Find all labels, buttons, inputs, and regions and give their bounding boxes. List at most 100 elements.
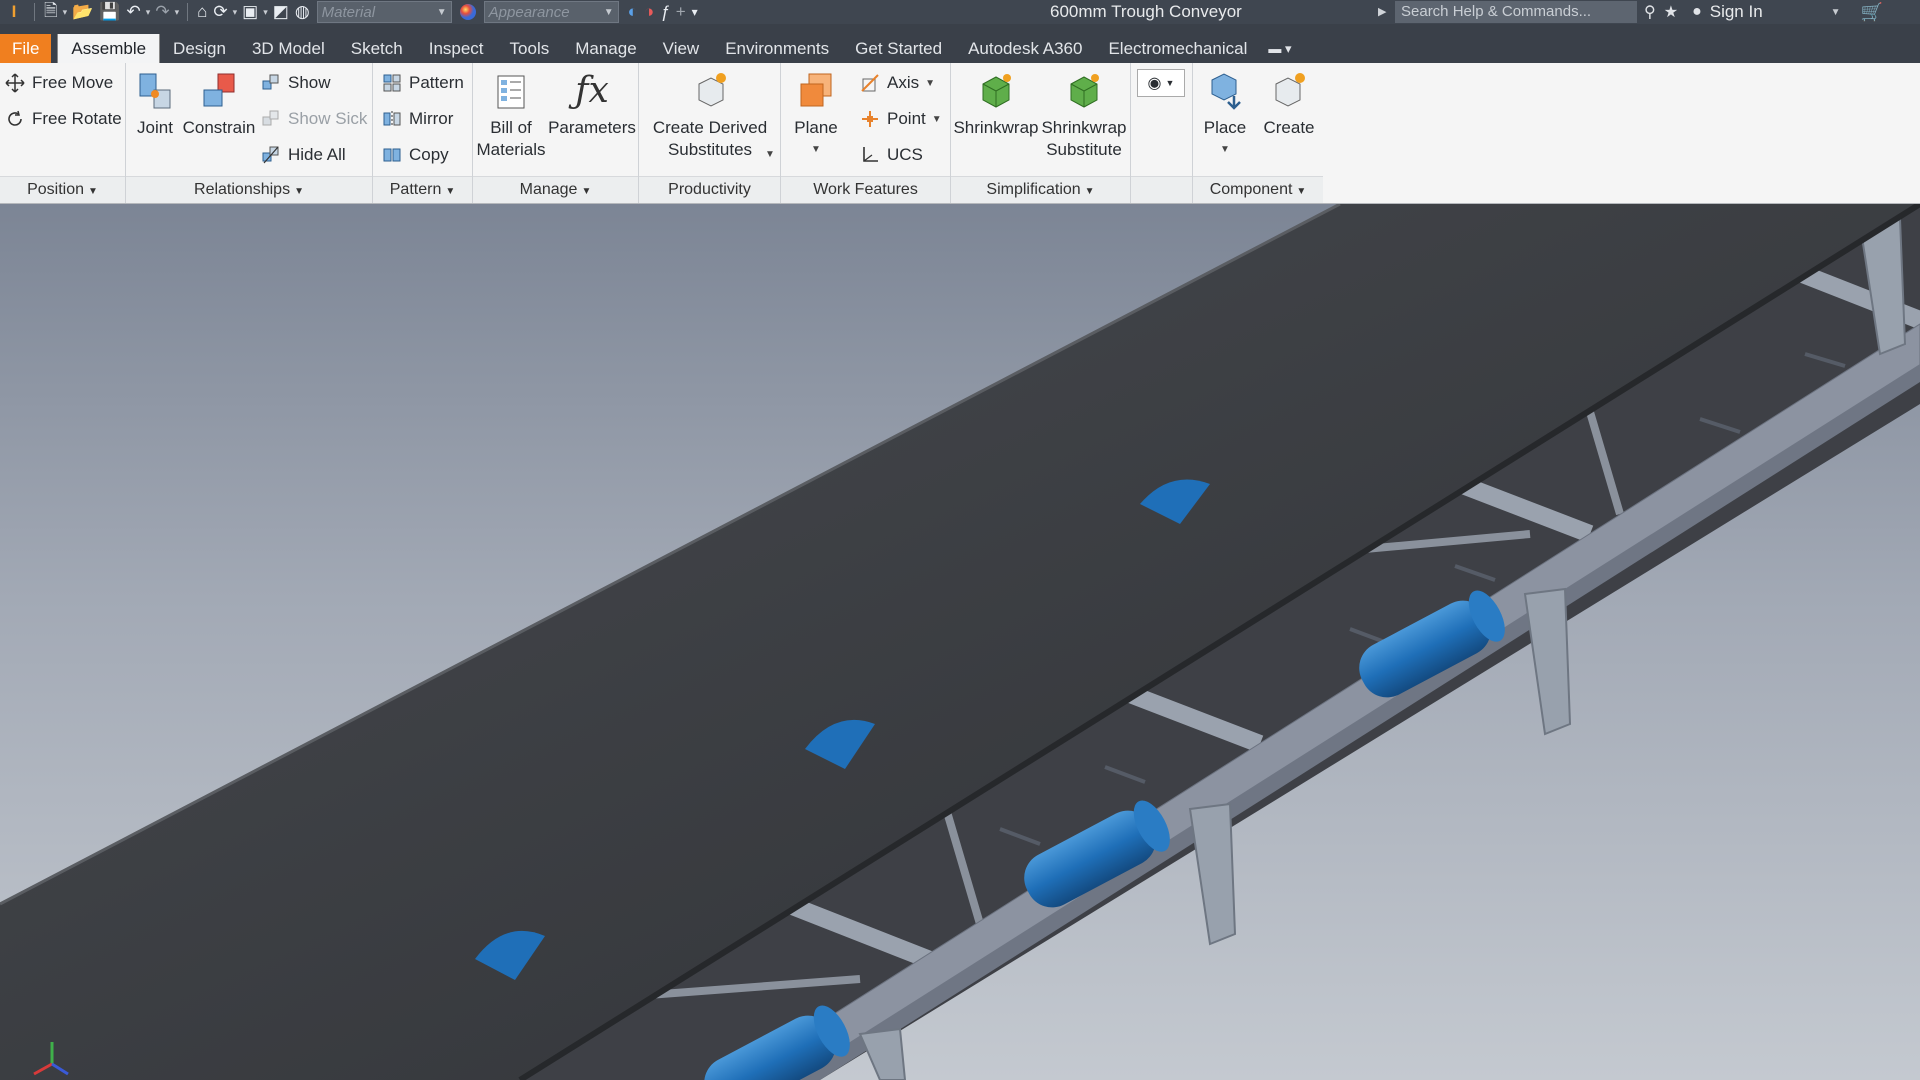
search-input[interactable]: Search Help & Commands... — [1395, 1, 1637, 23]
clear-appearance-icon[interactable]: ◑ — [641, 0, 657, 24]
copy-button[interactable]: Copy — [381, 141, 449, 169]
tab-electromechanical[interactable]: Electromechanical — [1095, 34, 1260, 63]
save-icon[interactable]: 💾 — [96, 0, 123, 24]
create-component-button[interactable]: Create — [1257, 69, 1321, 139]
sign-in-link[interactable]: Sign In — [1710, 2, 1763, 22]
parameters-button[interactable]: ƒx Parameters — [548, 69, 636, 139]
appearance-sphere-icon[interactable] — [456, 0, 480, 24]
bom-label-line1: Bill of — [490, 118, 532, 137]
open-folder-icon[interactable]: 📂 — [69, 0, 96, 24]
tab-autodesk-a360[interactable]: Autodesk A360 — [955, 34, 1095, 63]
tab-view[interactable]: View — [650, 34, 713, 63]
tab-design[interactable]: Design — [160, 34, 239, 63]
shrinkwrap-substitute-button[interactable]: Shrinkwrap Substitute — [1039, 69, 1129, 161]
panel-label-text: Manage — [519, 181, 578, 198]
globe-icon[interactable]: ◍ — [292, 0, 313, 24]
tab-file[interactable]: File — [0, 34, 52, 63]
new-file-icon[interactable]: 🗎 — [41, 0, 61, 24]
sws-label-line2: Substitute — [1046, 140, 1122, 159]
panel-label-position[interactable]: Position ▼ — [0, 176, 125, 203]
tab-3d-model[interactable]: 3D Model — [239, 34, 338, 63]
tab-get-started[interactable]: Get Started — [842, 34, 955, 63]
shrinkwrap-button[interactable]: Shrinkwrap — [953, 69, 1039, 139]
panel-label-text: Position — [27, 181, 84, 198]
selection-filter-dropdown[interactable]: ◉ ▼ — [1137, 69, 1185, 97]
undo-icon[interactable]: ↶ — [124, 0, 144, 24]
video-camera-icon[interactable]: ▬ ▾ — [1260, 34, 1299, 63]
measure-icon[interactable]: ◩ — [270, 0, 292, 24]
point-icon — [859, 108, 881, 130]
tab-sketch[interactable]: Sketch — [338, 34, 416, 63]
app-logo-icon[interactable]: I — [0, 0, 28, 24]
place-component-icon — [1203, 69, 1247, 113]
appearance-dropdown[interactable]: Appearance ▼ — [483, 1, 619, 23]
panel-label-relationships[interactable]: Relationships ▼ — [126, 176, 372, 203]
chevron-down-icon[interactable]: ▼ — [765, 149, 775, 160]
show-sick-button[interactable]: Show Sick — [260, 105, 367, 133]
show-button[interactable]: Show — [260, 69, 331, 97]
shrinkwrap-substitute-icon — [1062, 69, 1106, 113]
tab-assemble[interactable]: Assemble — [57, 34, 161, 63]
panel-label-manage[interactable]: Manage ▼ — [473, 176, 638, 203]
select-priority-icon[interactable]: ▣ — [239, 0, 261, 24]
tab-environments[interactable]: Environments — [712, 34, 842, 63]
hide-all-icon — [260, 144, 282, 166]
constrain-button[interactable]: Constrain — [182, 69, 256, 139]
update-icon[interactable]: ⟳ — [210, 0, 230, 24]
hide-all-button[interactable]: Hide All — [260, 141, 346, 169]
create-component-icon — [1267, 69, 1311, 113]
create-label: Create — [1263, 118, 1315, 137]
update-dropdown-icon[interactable]: ▾ — [231, 7, 240, 18]
free-rotate-button[interactable]: Free Rotate — [4, 105, 122, 133]
user-icon[interactable]: ● — [1692, 3, 1702, 21]
create-derived-substitutes-button[interactable]: Create Derived Substitutes — [641, 69, 779, 161]
material-dropdown[interactable]: Material ▼ — [316, 1, 452, 23]
panel-label-component[interactable]: Component ▼ — [1193, 176, 1323, 203]
ribbon-panel: Free Move Free Rotate Position ▼ Joint Co… — [0, 63, 1920, 204]
free-move-button[interactable]: Free Move — [4, 69, 113, 97]
add-icon[interactable]: + — [673, 0, 689, 24]
panel-label-pattern[interactable]: Pattern ▼ — [373, 176, 472, 203]
chevron-down-icon[interactable]: ▼ — [1831, 7, 1841, 18]
undo-dropdown-icon[interactable]: ▾ — [144, 7, 153, 18]
ucs-button[interactable]: UCS — [859, 141, 923, 169]
axis-button[interactable]: Axis ▼ — [859, 69, 935, 97]
mirror-button[interactable]: Mirror — [381, 105, 453, 133]
adjust-appearance-icon[interactable]: ◐ — [625, 0, 641, 24]
chevron-down-icon: ▼ — [811, 144, 821, 155]
binoculars-icon[interactable]: ⚲ — [1644, 2, 1656, 22]
panel-label-text: Work Features — [813, 181, 918, 198]
star-icon[interactable]: ★ — [1664, 2, 1678, 22]
panel-label-text: Relationships — [194, 181, 291, 198]
rotate-icon — [4, 108, 26, 130]
plane-button[interactable]: Plane ▼ — [785, 69, 847, 161]
panel-component: Place ▼ Create Component ▼ — [1193, 63, 1323, 203]
pattern-button[interactable]: Pattern — [381, 69, 464, 97]
cart-icon[interactable]: 🛒 — [1861, 2, 1883, 23]
tab-manage[interactable]: Manage — [562, 34, 649, 63]
expand-arrow-icon[interactable]: ▶ — [1378, 0, 1386, 24]
new-dropdown-icon[interactable]: ▾ — [61, 7, 70, 18]
place-button[interactable]: Place ▼ — [1195, 69, 1255, 161]
joint-icon — [133, 69, 177, 113]
tab-tools[interactable]: Tools — [497, 34, 563, 63]
joint-button[interactable]: Joint — [130, 69, 180, 139]
redo-icon[interactable]: ↷ — [152, 0, 172, 24]
point-button[interactable]: Point ▼ — [859, 105, 942, 133]
select-dropdown-icon[interactable]: ▾ — [261, 7, 270, 18]
cds-label-line1: Create Derived — [652, 118, 768, 137]
ucs-label: UCS — [887, 145, 923, 164]
fx-icon[interactable]: ƒ — [657, 0, 672, 24]
tab-inspect[interactable]: Inspect — [416, 34, 497, 63]
divider — [187, 3, 189, 21]
graphics-viewport[interactable] — [0, 204, 1920, 1080]
chevron-down-icon: ▼ — [1296, 186, 1307, 197]
panel-label-empty — [1131, 176, 1192, 203]
redo-dropdown-icon[interactable]: ▾ — [173, 7, 182, 18]
place-label: Place — [1203, 118, 1247, 137]
chevron-down-icon: ▼ — [294, 186, 304, 197]
home-icon[interactable]: ⌂ — [194, 0, 210, 24]
customize-dropdown-icon[interactable]: ▾ — [689, 0, 701, 24]
bill-of-materials-button[interactable]: Bill of Materials — [475, 69, 547, 161]
panel-label-simplification[interactable]: Simplification ▼ — [951, 176, 1130, 203]
